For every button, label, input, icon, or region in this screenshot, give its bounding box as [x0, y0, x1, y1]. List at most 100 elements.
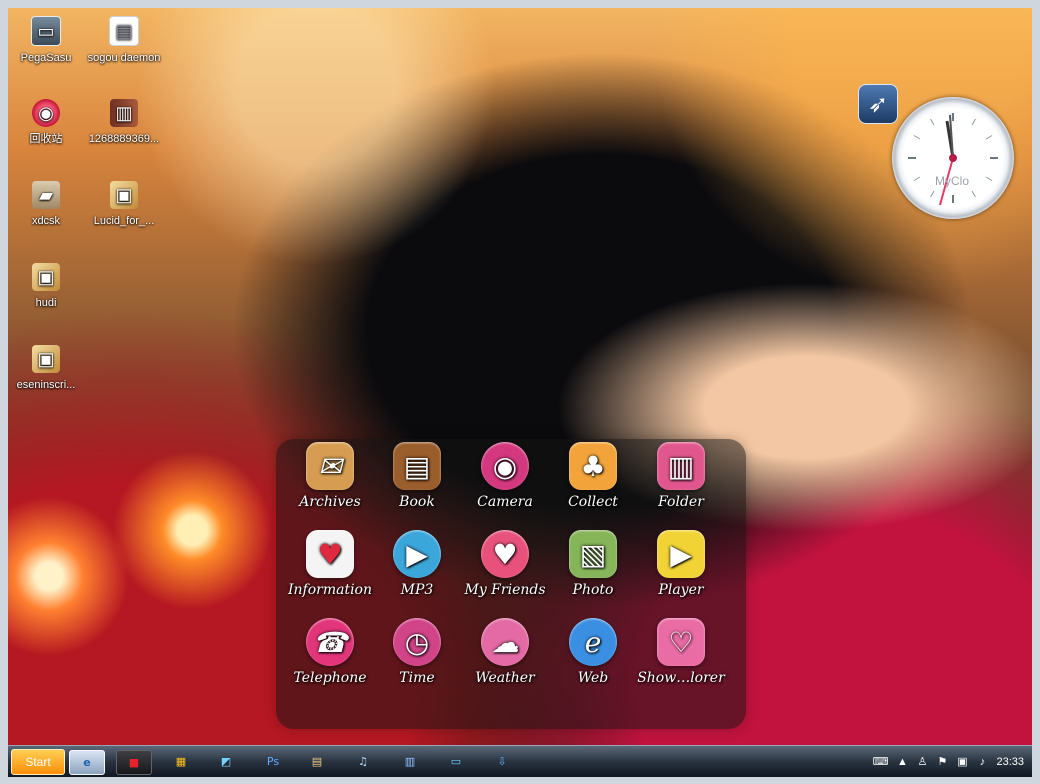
taskbar-item-chart[interactable]: ▥ [393, 750, 427, 773]
desktop-icon-label: PegaSasu [20, 52, 72, 64]
taskbar-item-download[interactable]: ⇩ [485, 750, 519, 773]
mp3-icon: ▶ [393, 530, 441, 578]
music-icon: ♫ [358, 755, 368, 768]
app-label: Telephone [293, 670, 367, 686]
weather-icon: ☁ [481, 618, 529, 666]
app-label: Show…lorer [637, 670, 725, 686]
taskbar-item-red-square[interactable]: ■ [116, 750, 152, 775]
desktop-icon-label: eseninscri... [16, 379, 76, 391]
desktop-icon-recycle-bin[interactable]: ◉ 回收站 [8, 99, 85, 147]
app-my-friends[interactable]: ♥ My Friends [459, 530, 551, 610]
camera-icon: ◉ [481, 442, 529, 490]
app-player[interactable]: ▶ Player [635, 530, 727, 610]
app-label: Player [658, 582, 704, 598]
package-icon: ▣ [110, 181, 138, 209]
time-icon: ◷ [393, 618, 441, 666]
taskbar: Start e ■ ▦ ◩ Ps ▤ ♫ ▥ ▭ ⇩ ⌨ ▲ ♙ ⚑ ▣ ♪ 2… [8, 745, 1032, 777]
system-tray: ⌨ ▲ ♙ ⚑ ▣ ♪ 23:33 [873, 750, 1024, 773]
chart-icon: ▥ [404, 755, 416, 768]
taskbar-item-photoshop[interactable]: Ps [256, 750, 290, 773]
app-label: MP3 [400, 582, 434, 598]
app-label: Archives [299, 494, 361, 510]
app-book[interactable]: ▤ Book [371, 442, 463, 522]
desktop-icon-sogou-daemon[interactable]: ▤ sogou daemon [85, 16, 163, 66]
photo-icon: ▧ [569, 530, 617, 578]
app-label: Web [577, 670, 609, 686]
friends-icon: ♥ [481, 530, 529, 578]
archives-icon: ✉ [306, 442, 354, 490]
app-label: Folder [658, 494, 704, 510]
tray-time[interactable]: 23:33 [996, 756, 1024, 768]
app-label: Collect [568, 494, 618, 510]
app-label: Book [399, 494, 435, 510]
package-icon: ▣ [32, 345, 60, 373]
taskbar-item-image-viewer[interactable]: ◩ [209, 750, 243, 773]
app-web[interactable]: e Web [547, 618, 639, 698]
network-icon[interactable]: ▣ [956, 755, 968, 768]
show-icon: ♡ [657, 618, 705, 666]
desktop-icon-label: Lucid_for_... [93, 215, 155, 227]
app-camera[interactable]: ◉ Camera [459, 442, 551, 522]
analog-clock-widget[interactable]: MyClo [892, 97, 1014, 219]
image-viewer-icon: ◩ [220, 755, 232, 768]
red-square-icon: ■ [128, 756, 140, 769]
monitor-icon: ▭ [31, 16, 61, 46]
taskbar-item-ie[interactable]: e [69, 750, 105, 775]
app-mp3[interactable]: ▶ MP3 [371, 530, 463, 610]
desktop-icon-label: 1268889369... [88, 133, 160, 145]
folder-icon: ▥ [657, 442, 705, 490]
clock-face-icon [908, 113, 998, 206]
app-label: Time [399, 670, 435, 686]
app-label: Photo [572, 582, 614, 598]
desktop-icon-archive[interactable]: ▥ 1268889369... [85, 99, 163, 147]
desktop-icon-label: sogou daemon [87, 52, 161, 64]
app-label: Camera [477, 494, 533, 510]
app-collect[interactable]: ♣ Collect [547, 442, 639, 522]
app-information[interactable]: ♥ Information [284, 530, 376, 610]
app-archives[interactable]: ✉ Archives [284, 442, 376, 522]
information-icon: ♥ [306, 530, 354, 578]
flag-icon[interactable]: ⚑ [936, 755, 948, 768]
tools-icon: ▤ [311, 755, 323, 768]
taskbar-item-windows[interactable]: ▦ [164, 750, 198, 773]
recycle-bin-icon: ◉ [32, 99, 60, 127]
clock-label: MyClo [935, 174, 970, 188]
desktop-icon-label: hudi [35, 297, 57, 309]
desktop-icon-hudi[interactable]: ▣ hudi [8, 263, 85, 311]
desktop-icon-label: xdcsk [31, 215, 61, 227]
taskbar-item-chat[interactable]: ▭ [439, 750, 473, 773]
chat-icon: ▭ [450, 755, 462, 768]
app-show-lorer[interactable]: ♡ Show…lorer [635, 618, 727, 698]
download-icon: ⇩ [497, 755, 507, 768]
package-icon: ▣ [32, 263, 60, 291]
app-label: My Friends [464, 582, 546, 598]
user-icon[interactable]: ♙ [916, 755, 928, 768]
desktop-icon-eseninscri[interactable]: ▣ eseninscri... [8, 345, 85, 393]
windows-logo-icon: ▦ [175, 755, 187, 768]
volume-icon[interactable]: ♪ [976, 756, 988, 768]
desktop-icon-pegasasu[interactable]: ▭ PegaSasu [8, 16, 85, 66]
start-button[interactable]: Start [11, 749, 65, 775]
app-weather[interactable]: ☁ Weather [459, 618, 551, 698]
desktop-icon-lucid[interactable]: ▣ Lucid_for_... [85, 181, 163, 229]
taskbar-item-music[interactable]: ♫ [346, 750, 380, 773]
player-icon: ▶ [657, 530, 705, 578]
book-icon: ▤ [393, 442, 441, 490]
desktop-icon-xdcsk[interactable]: ▰ xdcsk [8, 181, 85, 229]
app-label: Weather [475, 670, 535, 686]
taskbar-item-tools[interactable]: ▤ [300, 750, 334, 773]
web-icon: e [569, 618, 617, 666]
app-folder[interactable]: ▥ Folder [635, 442, 727, 522]
desktop-icon-label: 回收站 [29, 133, 63, 145]
photoshop-icon: Ps [266, 755, 280, 768]
app-time[interactable]: ◷ Time [371, 618, 463, 698]
ie-icon: e [83, 756, 91, 769]
folder-icon: ▰ [32, 181, 60, 209]
collect-icon: ♣ [569, 442, 617, 490]
app-telephone[interactable]: ☎ Telephone [284, 618, 376, 698]
document-icon: ▤ [109, 16, 139, 46]
show-hidden-icons-icon[interactable]: ▲ [896, 756, 908, 768]
app-photo[interactable]: ▧ Photo [547, 530, 639, 610]
keyboard-icon[interactable]: ⌨ [873, 755, 889, 768]
bird-icon: ➶ [867, 90, 889, 118]
